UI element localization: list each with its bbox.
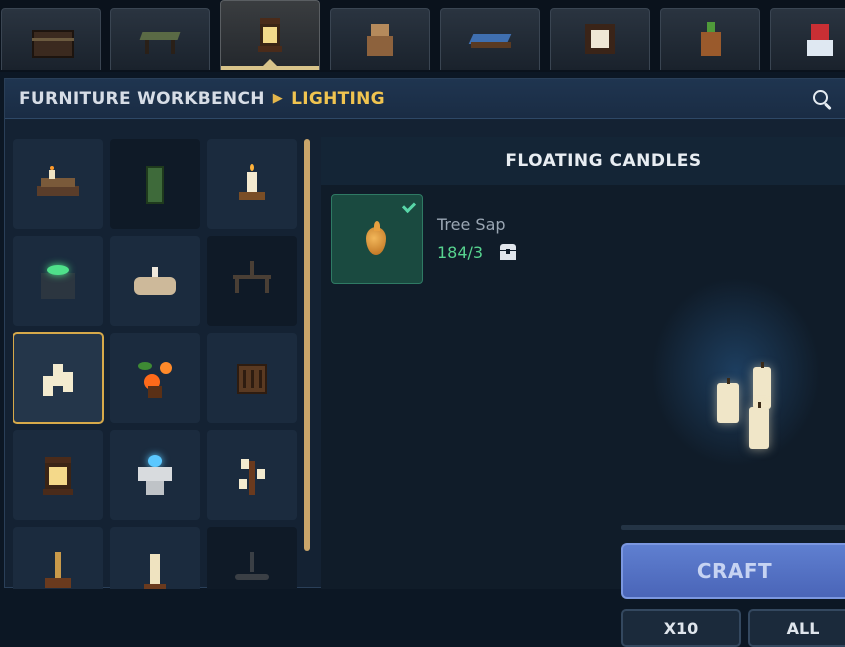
recipe-flower-lamp[interactable]	[110, 333, 200, 423]
recipe-tall-candle[interactable]	[110, 527, 200, 589]
ingredient-slot[interactable]	[331, 194, 423, 284]
crafting-window: FURNITURE WORKBENCH ▶ LIGHTING FLOATING …	[4, 78, 845, 647]
tab-tables[interactable]	[110, 8, 210, 70]
recipe-hanging-lamp[interactable]	[13, 527, 103, 589]
chest-icon	[500, 244, 516, 260]
candle-holder-icon	[229, 164, 275, 204]
recipe-grid	[13, 139, 305, 589]
tab-lighting[interactable]	[220, 0, 320, 70]
recipe-floating-candles[interactable]	[13, 332, 104, 424]
breadcrumb-arrow-icon: ▶	[272, 91, 284, 106]
recipe-bone-candles[interactable]	[110, 236, 200, 326]
floating-candles-icon	[35, 358, 81, 398]
item-preview	[651, 277, 821, 467]
breadcrumb: FURNITURE WORKBENCH ▶ LIGHTING	[5, 79, 845, 119]
recipe-detail-panel: FLOATING CANDLES Tree Sap 184/3 CRAFT X1…	[321, 137, 845, 647]
candle-books-icon	[35, 164, 81, 204]
recipe-candle-holder[interactable]	[207, 139, 297, 229]
green-brazier-icon	[35, 261, 81, 301]
tab-storage[interactable]	[1, 8, 101, 70]
window-block-icon	[577, 20, 623, 60]
recipe-dark-chandelier[interactable]	[207, 527, 297, 589]
recipe-candle-stand[interactable]	[207, 430, 297, 520]
recipe-lantern[interactable]	[13, 430, 103, 520]
check-icon	[401, 199, 417, 215]
hanging-lamp-icon	[35, 552, 81, 589]
recipe-title: FLOATING CANDLES	[321, 137, 845, 185]
wooden-crate-lamp-icon	[229, 358, 275, 398]
ice-brazier-icon	[132, 455, 178, 495]
tab-blocks[interactable]	[550, 8, 650, 70]
recipe-grid-scrollbar[interactable]	[304, 139, 310, 551]
flower-lamp-icon	[132, 358, 178, 398]
recipe-green-brazier[interactable]	[13, 236, 103, 326]
breadcrumb-current: LIGHTING	[291, 88, 385, 109]
bone-candles-icon	[132, 261, 178, 301]
recipe-ice-brazier[interactable]	[110, 430, 200, 520]
ingredient-count: 184/3	[437, 243, 484, 262]
bed-icon	[467, 20, 513, 60]
pottery-icon	[357, 20, 403, 60]
lantern-icon	[35, 455, 81, 495]
recipe-iron-chandelier[interactable]	[207, 236, 297, 326]
craft-button[interactable]: CRAFT	[621, 543, 845, 599]
search-icon[interactable]	[811, 88, 833, 111]
ingredient-name: Tree Sap	[437, 215, 506, 234]
recipe-candle-books[interactable]	[13, 139, 103, 229]
dark-chandelier-icon	[229, 552, 275, 589]
table-icon	[137, 20, 183, 60]
chest-icon	[28, 20, 74, 60]
snow-gift-icon	[797, 20, 843, 60]
tab-plants[interactable]	[660, 8, 760, 70]
craft-x10-button[interactable]: X10	[621, 609, 741, 647]
active-tab-indicator	[221, 59, 319, 70]
progress-track	[621, 525, 845, 530]
recipe-green-cabinet[interactable]	[110, 139, 200, 229]
tab-seasonal[interactable]	[770, 8, 845, 70]
breadcrumb-root[interactable]: FURNITURE WORKBENCH	[19, 89, 265, 109]
recipe-wooden-crate-lamp[interactable]	[207, 333, 297, 423]
lantern-icon	[247, 16, 293, 56]
sprout-pot-icon	[687, 20, 733, 60]
green-cabinet-icon	[132, 164, 178, 204]
tree-sap-icon	[354, 219, 400, 259]
tab-beds[interactable]	[440, 8, 540, 70]
candle-stand-icon	[229, 455, 275, 495]
tall-candle-icon	[132, 552, 178, 589]
iron-chandelier-icon	[229, 261, 275, 301]
category-tab-strip	[0, 0, 845, 72]
tab-decor[interactable]	[330, 8, 430, 70]
craft-all-button[interactable]: ALL	[748, 609, 845, 647]
